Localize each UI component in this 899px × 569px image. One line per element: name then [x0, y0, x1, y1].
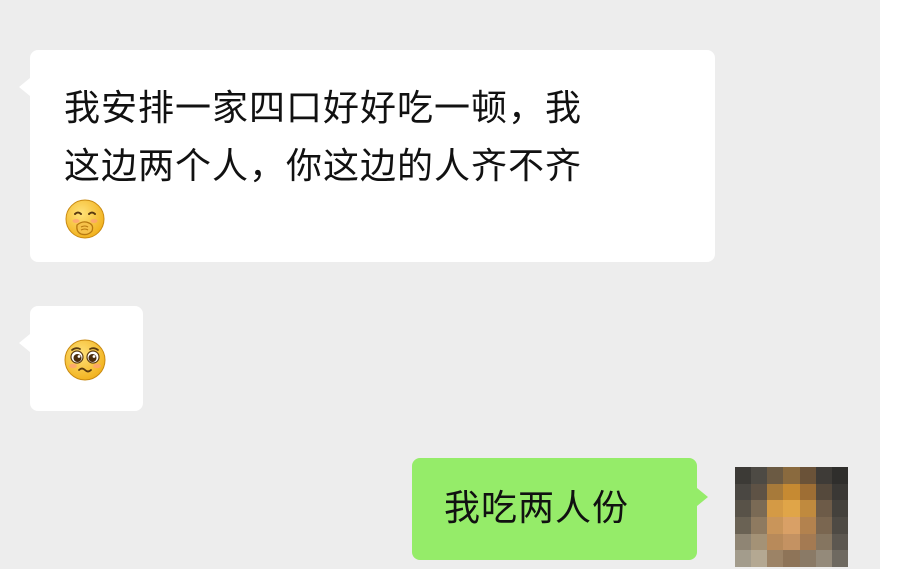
chat-area: 我安排一家四口好好吃一顿，我 这边两个人，你这边的人齐不齐 我吃两人份 [0, 0, 880, 569]
message-line: 我安排一家四口好好吃一顿，我 [64, 88, 583, 129]
bubble-tail [19, 78, 30, 96]
message-line: 这边两个人，你这边的人齐不齐 [64, 146, 583, 187]
incoming-message-bubble[interactable] [19, 306, 143, 411]
message-text: 我安排一家四口好好吃一顿，我 这边两个人，你这边的人齐不齐 [64, 80, 685, 248]
incoming-message-bubble[interactable]: 我安排一家四口好好吃一顿，我 这边两个人，你这边的人齐不齐 [19, 50, 715, 262]
outgoing-message-bubble[interactable]: 我吃两人份 [412, 458, 708, 560]
avatar[interactable] [735, 467, 848, 567]
bubble-tail [697, 488, 708, 506]
face-with-hand-over-mouth-icon [64, 198, 105, 239]
pleading-face-icon [63, 338, 106, 381]
message-text: 我吃两人份 [444, 488, 630, 529]
bubble-tail [19, 334, 30, 352]
emoji-line [64, 196, 685, 248]
